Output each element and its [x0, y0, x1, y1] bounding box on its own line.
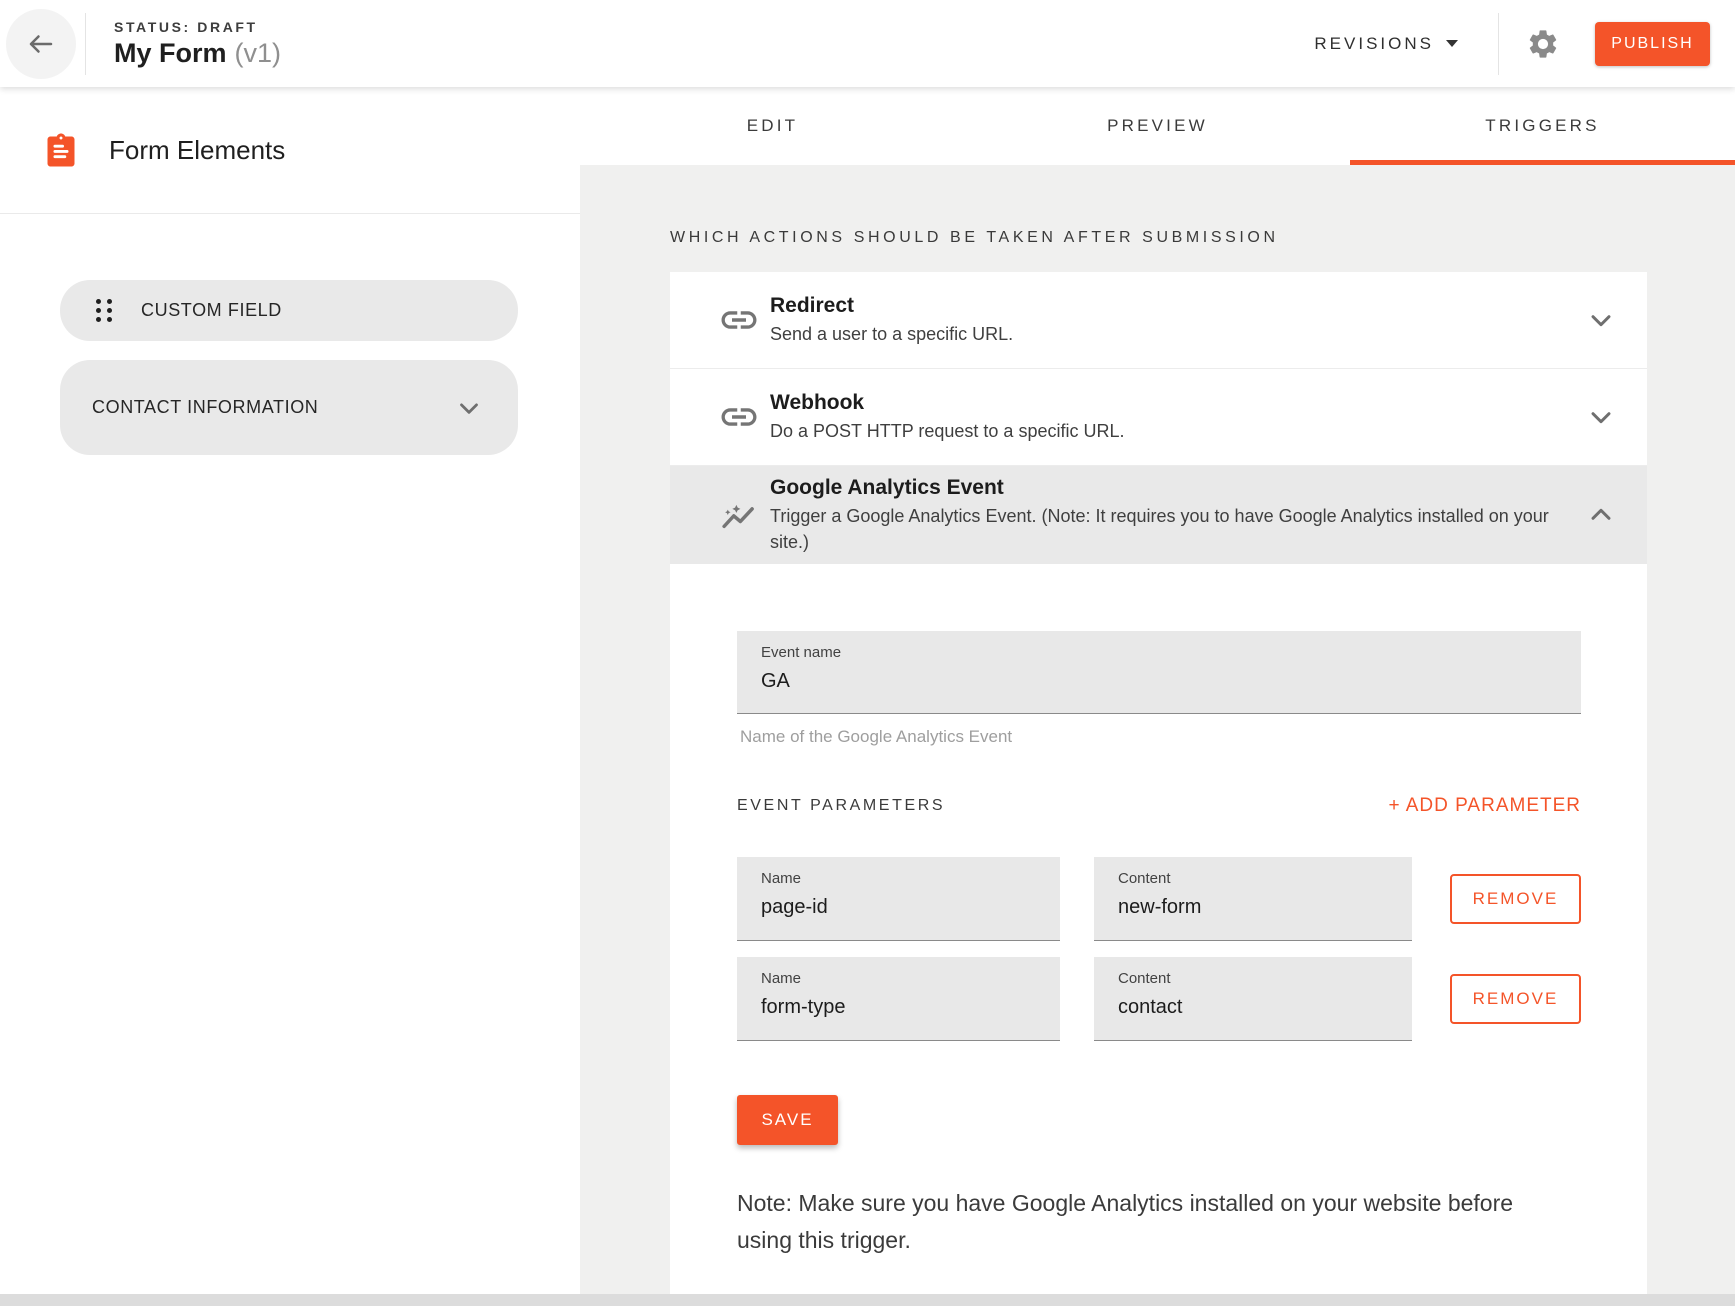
parameter-row: Name form-type Content contact REMOVE: [737, 957, 1581, 1041]
status-label: STATUS: DRAFT: [114, 19, 281, 35]
parameter-name-field[interactable]: Name form-type: [737, 957, 1060, 1041]
header-divider: [1498, 13, 1499, 75]
parameter-content-field[interactable]: Content new-form: [1094, 857, 1412, 941]
action-title: Redirect: [770, 293, 1570, 319]
back-button[interactable]: [6, 9, 76, 79]
action-description: Do a POST HTTP request to a specific URL…: [770, 418, 1570, 444]
event-name-value: GA: [761, 670, 1581, 693]
add-parameter-button[interactable]: + ADD PARAMETER: [1388, 795, 1581, 817]
parameter-name-label: Name: [761, 870, 1060, 887]
tab-bar: EDIT PREVIEW TRIGGERS: [580, 87, 1735, 165]
sidebar-item-label: CUSTOM FIELD: [141, 300, 282, 321]
action-row-webhook[interactable]: Webhook Do a POST HTTP request to a spec…: [670, 369, 1647, 466]
sidebar-item-custom-field[interactable]: CUSTOM FIELD: [60, 280, 518, 341]
clipboard-icon: [43, 132, 79, 168]
action-title: Webhook: [770, 390, 1570, 416]
caret-down-icon: [1446, 40, 1458, 47]
section-title: WHICH ACTIONS SHOULD BE TAKEN AFTER SUBM…: [670, 229, 1735, 247]
publish-button[interactable]: PUBLISH: [1595, 22, 1710, 66]
form-elements-sidebar: Form Elements CUSTOM FIELD CONTACT INFOR…: [0, 87, 580, 1294]
link-icon: [718, 299, 760, 341]
event-name-help: Name of the Google Analytics Event: [740, 727, 1581, 747]
parameter-name-value: page-id: [761, 896, 1060, 919]
parameter-name-value: form-type: [761, 996, 1060, 1019]
sidebar-item-contact-information[interactable]: CONTACT INFORMATION: [60, 360, 518, 455]
parameter-name-label: Name: [761, 970, 1060, 987]
analytics-insights-icon: [718, 494, 760, 536]
tab-triggers[interactable]: TRIGGERS: [1350, 87, 1735, 165]
parameter-content-value: contact: [1118, 996, 1412, 1019]
parameter-content-label: Content: [1118, 870, 1412, 887]
ga-note-text: Note: Make sure you have Google Analytic…: [737, 1185, 1519, 1259]
parameter-content-label: Content: [1118, 970, 1412, 987]
event-name-label: Event name: [761, 644, 1581, 661]
sidebar-title: Form Elements: [109, 135, 285, 166]
app-header: STATUS: DRAFT My Form (v1) REVISIONS PUBL…: [0, 0, 1735, 87]
remove-parameter-button[interactable]: REMOVE: [1450, 874, 1581, 924]
triggers-content: WHICH ACTIONS SHOULD BE TAKEN AFTER SUBM…: [580, 165, 1735, 1294]
save-button[interactable]: SAVE: [737, 1095, 838, 1145]
sidebar-header: Form Elements: [0, 87, 580, 214]
gear-icon: [1526, 27, 1560, 61]
header-divider: [85, 13, 86, 75]
chevron-down-icon: [454, 393, 484, 423]
revisions-label: REVISIONS: [1314, 34, 1434, 54]
parameter-content-value: new-form: [1118, 896, 1412, 919]
chevron-down-icon[interactable]: [1585, 401, 1617, 433]
actions-card: Redirect Send a user to a specific URL.: [670, 272, 1647, 1294]
event-name-field[interactable]: Event name GA: [737, 631, 1581, 714]
action-row-redirect[interactable]: Redirect Send a user to a specific URL.: [670, 272, 1647, 369]
event-parameters-title: EVENT PARAMETERS: [737, 797, 945, 815]
form-version: (v1): [235, 38, 282, 68]
sidebar-item-label: CONTACT INFORMATION: [92, 397, 454, 418]
tab-preview[interactable]: PREVIEW: [965, 87, 1350, 165]
parameter-name-field[interactable]: Name page-id: [737, 857, 1060, 941]
action-title: Google Analytics Event: [770, 475, 1570, 501]
drag-handle-icon[interactable]: [96, 299, 112, 322]
parameter-row: Name page-id Content new-form REMOVE: [737, 857, 1581, 941]
chevron-up-icon[interactable]: [1585, 499, 1617, 531]
arrow-left-icon: [26, 29, 56, 59]
chevron-down-icon[interactable]: [1585, 304, 1617, 336]
remove-parameter-button[interactable]: REMOVE: [1450, 974, 1581, 1024]
action-description: Send a user to a specific URL.: [770, 321, 1570, 347]
revisions-dropdown[interactable]: REVISIONS: [1314, 34, 1458, 54]
horizontal-scrollbar[interactable]: [0, 1294, 1735, 1306]
tab-edit[interactable]: EDIT: [580, 87, 965, 165]
google-analytics-panel: Event name GA Name of the Google Analyti…: [670, 564, 1647, 1294]
action-description: Trigger a Google Analytics Event. (Note:…: [770, 503, 1570, 555]
link-icon: [718, 396, 760, 438]
main-area: EDIT PREVIEW TRIGGERS WHICH ACTIONS SHOU…: [580, 87, 1735, 1294]
parameter-content-field[interactable]: Content contact: [1094, 957, 1412, 1041]
settings-button[interactable]: [1526, 27, 1560, 61]
form-title: My Form: [114, 38, 227, 68]
form-status-block: STATUS: DRAFT My Form (v1): [114, 19, 281, 69]
action-row-google-analytics[interactable]: Google Analytics Event Trigger a Google …: [670, 466, 1647, 564]
